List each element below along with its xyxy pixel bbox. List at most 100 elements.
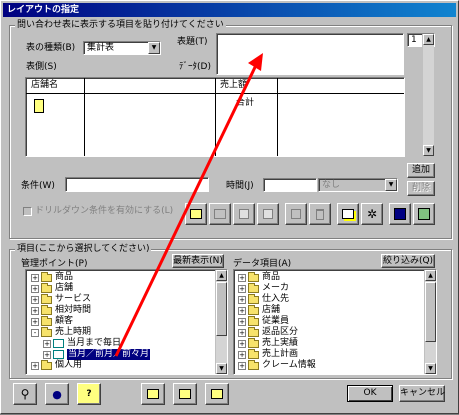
mgmt-tree-item[interactable]: + 顧客 bbox=[31, 315, 73, 327]
expand-icon[interactable]: + bbox=[31, 273, 39, 282]
folder-icon bbox=[248, 304, 259, 315]
filter-button[interactable]: 絞り込み(Q) bbox=[381, 254, 435, 268]
sparkle-icon[interactable]: ✲ bbox=[361, 203, 383, 225]
mgmt-tree-item[interactable]: + サービス bbox=[31, 293, 91, 305]
mgmt-tree-item[interactable]: + 店舗 bbox=[31, 282, 73, 294]
expand-icon[interactable]: + bbox=[238, 350, 246, 359]
data-tree-scrollbar[interactable]: ▲ ▼ bbox=[424, 270, 436, 374]
data-tree-item-label: 返品区分 bbox=[262, 327, 299, 337]
folder-icon bbox=[41, 293, 52, 304]
mgmt-tree-item-label: 当月／前月／前々月 bbox=[67, 349, 151, 360]
help-icon[interactable]: ? bbox=[77, 383, 101, 405]
delete-button[interactable]: 削除 bbox=[407, 181, 435, 196]
copy-icon[interactable] bbox=[233, 203, 255, 225]
expand-icon[interactable]: + bbox=[43, 339, 51, 348]
scroll-down-icon[interactable]: ▼ bbox=[216, 363, 227, 374]
properties-icon[interactable] bbox=[285, 203, 307, 225]
expand-icon[interactable]: + bbox=[43, 350, 51, 359]
drill-checkbox[interactable] bbox=[23, 207, 32, 216]
expand-icon[interactable]: + bbox=[31, 295, 39, 304]
table-type-label: 表の種類(B) bbox=[26, 43, 76, 53]
condition-label: 条件(W) bbox=[21, 181, 55, 191]
scroll-up-icon[interactable]: ▲ bbox=[216, 270, 227, 281]
condition-input[interactable] bbox=[65, 177, 209, 192]
scroll-thumb[interactable] bbox=[216, 282, 227, 336]
expand-icon[interactable]: + bbox=[31, 306, 39, 315]
expand-icon[interactable]: + bbox=[238, 273, 246, 282]
table-type-select[interactable]: 集計表 ▼ bbox=[83, 41, 161, 55]
insert-col-icon[interactable] bbox=[173, 383, 197, 405]
ok-button[interactable]: OK bbox=[347, 385, 393, 402]
data-column-header[interactable]: 売上額 bbox=[220, 80, 247, 91]
data-tree-item[interactable]: + 返品区分 bbox=[238, 326, 299, 338]
collapse-icon[interactable]: - bbox=[31, 328, 39, 337]
user-icon[interactable]: ● bbox=[45, 383, 69, 405]
edit-icon[interactable] bbox=[209, 203, 231, 225]
paste-icon[interactable] bbox=[257, 203, 279, 225]
time-label: 時間(J) bbox=[226, 181, 254, 191]
chevron-down-icon[interactable]: ▼ bbox=[385, 179, 397, 191]
data-tree-item[interactable]: + 売上計画 bbox=[238, 348, 298, 360]
time-select[interactable]: なし ▼ bbox=[318, 178, 398, 192]
add-button[interactable]: 追加 bbox=[407, 163, 435, 178]
data-tree-item[interactable]: + 仕入先 bbox=[238, 293, 289, 305]
mgmt-tree-item[interactable]: + 商品 bbox=[31, 271, 73, 283]
data-tree-item[interactable]: + クレーム情報 bbox=[238, 359, 316, 371]
magnifier-icon[interactable]: ⚲ bbox=[13, 383, 37, 405]
data-tree-item[interactable]: + メーカ bbox=[238, 282, 289, 294]
insert-data-icon[interactable] bbox=[205, 383, 229, 405]
expand-icon[interactable]: + bbox=[238, 306, 246, 315]
mgmt-tree-scrollbar[interactable]: ▲ ▼ bbox=[215, 270, 227, 374]
scroll-up-icon[interactable]: ▲ bbox=[423, 34, 434, 45]
field-icon bbox=[53, 350, 64, 359]
drop-target-icon bbox=[34, 99, 44, 113]
grid-divider-v2 bbox=[277, 78, 278, 156]
expand-icon[interactable]: + bbox=[238, 328, 246, 337]
cancel-button[interactable]: キャンセル bbox=[399, 385, 445, 402]
calc-icon[interactable] bbox=[389, 203, 411, 225]
mgmt-tree-item-label: 当月まで毎日 bbox=[67, 338, 122, 348]
refresh-button[interactable]: 最新表示(N) bbox=[172, 254, 224, 268]
data-tree-item[interactable]: + 商品 bbox=[238, 271, 281, 283]
scroll-down-icon[interactable]: ▼ bbox=[423, 145, 434, 156]
expand-icon[interactable]: + bbox=[31, 317, 39, 326]
time-input[interactable] bbox=[263, 178, 317, 192]
data-tree-item-label: 商品 bbox=[262, 272, 281, 282]
mgmt-tree-item[interactable]: - 売上時期 bbox=[31, 326, 92, 338]
mgmt-tree-item-label: 売上時期 bbox=[55, 327, 92, 337]
layout-icon[interactable] bbox=[185, 203, 207, 225]
expand-icon[interactable]: + bbox=[238, 284, 246, 293]
scroll-thumb[interactable] bbox=[425, 282, 436, 342]
folder-icon bbox=[41, 282, 52, 293]
expand-icon[interactable]: + bbox=[238, 317, 246, 326]
chevron-down-icon[interactable]: ▼ bbox=[148, 42, 160, 54]
data-tree-item[interactable]: + 売上実績 bbox=[238, 337, 298, 349]
expand-icon[interactable]: + bbox=[238, 295, 246, 304]
delete-icon[interactable] bbox=[309, 203, 331, 225]
expand-icon[interactable]: + bbox=[238, 339, 246, 348]
insert-row-icon[interactable] bbox=[141, 383, 165, 405]
data-tree-item-label: クレーム情報 bbox=[262, 360, 316, 370]
expand-icon[interactable]: + bbox=[31, 284, 39, 293]
group-icon[interactable] bbox=[337, 203, 359, 225]
mgmt-tree-item[interactable]: + 当月まで毎日 bbox=[43, 338, 121, 349]
title-input[interactable] bbox=[216, 33, 404, 75]
scroll-down-icon[interactable]: ▼ bbox=[425, 363, 436, 374]
grid-divider-v3 bbox=[84, 78, 85, 156]
expand-icon[interactable]: + bbox=[31, 361, 39, 370]
mgmt-tree-item[interactable]: + 個人用 bbox=[31, 359, 82, 371]
scroll-up-icon[interactable]: ▲ bbox=[425, 270, 436, 281]
folder-icon bbox=[248, 326, 259, 337]
paste-group-label: 問い合わせ表に表示する項目を貼り付けてください bbox=[15, 20, 226, 30]
mgmt-tree-item[interactable]: + 当月／前月／前々月 bbox=[43, 349, 151, 360]
page-scrollbar[interactable]: ▲ ▼ bbox=[422, 34, 434, 156]
data-tree-item[interactable]: + 従業員 bbox=[238, 315, 289, 327]
chart-icon[interactable] bbox=[413, 203, 435, 225]
row-label: 表側(S) bbox=[26, 62, 57, 72]
row-column-header[interactable]: 店舗名 bbox=[31, 80, 58, 91]
expand-icon[interactable]: + bbox=[238, 361, 246, 370]
folder-icon bbox=[248, 359, 259, 370]
title-label: 表題(T) bbox=[177, 37, 208, 47]
data-tree-item[interactable]: + 店舗 bbox=[238, 304, 280, 316]
mgmt-tree-item[interactable]: + 相対時間 bbox=[31, 304, 91, 316]
